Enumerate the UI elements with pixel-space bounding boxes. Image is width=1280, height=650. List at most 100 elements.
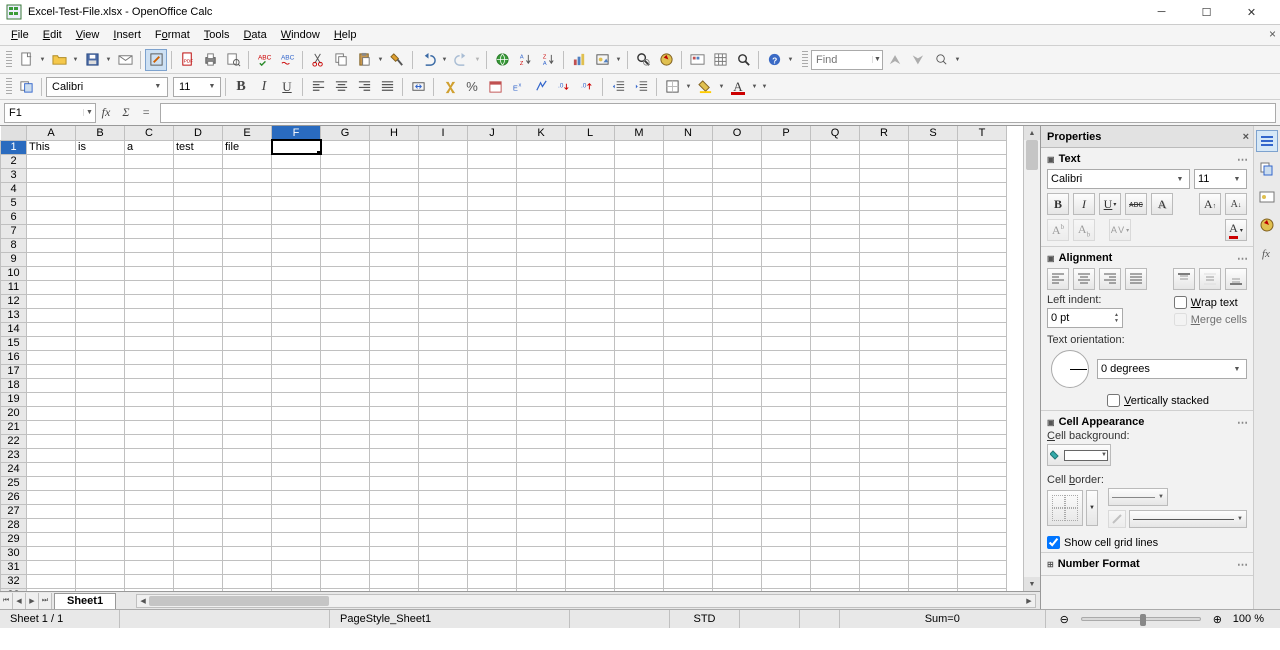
sheet-tab[interactable]: Sheet1 [54,593,116,609]
cell[interactable] [76,196,125,210]
cell[interactable] [76,476,125,490]
cell[interactable] [125,504,174,518]
cell[interactable] [125,154,174,168]
cell[interactable] [174,308,223,322]
cell[interactable] [664,560,713,574]
edit-mode-button[interactable] [145,49,167,71]
cell[interactable] [27,196,76,210]
cell[interactable] [125,518,174,532]
cell[interactable] [27,364,76,378]
menu-view[interactable]: View [69,27,107,43]
cell[interactable] [272,336,321,350]
cell[interactable] [27,406,76,420]
cell[interactable] [762,196,811,210]
cell[interactable] [419,266,468,280]
tab-nav-next[interactable]: ▶ [26,593,39,609]
cell[interactable] [272,462,321,476]
cell[interactable] [76,434,125,448]
tab-nav-prev[interactable]: ◀ [13,593,26,609]
cell[interactable] [517,406,566,420]
cell[interactable] [615,224,664,238]
cell[interactable] [860,252,909,266]
cell[interactable] [517,252,566,266]
cell[interactable] [370,266,419,280]
cell[interactable] [909,392,958,406]
cell[interactable] [27,518,76,532]
cell[interactable] [174,434,223,448]
cell[interactable] [174,364,223,378]
cell[interactable] [517,574,566,588]
cell[interactable] [713,350,762,364]
cell[interactable] [860,392,909,406]
cell[interactable] [811,364,860,378]
cell[interactable] [468,140,517,154]
cell[interactable] [174,196,223,210]
cell[interactable] [762,294,811,308]
cell[interactable] [713,168,762,182]
cell[interactable] [566,448,615,462]
row-header[interactable]: 11 [1,280,27,294]
cell[interactable] [566,378,615,392]
cell[interactable] [272,574,321,588]
cell[interactable] [958,182,1007,196]
cell[interactable] [125,448,174,462]
cell[interactable] [517,210,566,224]
cell[interactable] [223,378,272,392]
cell[interactable] [76,574,125,588]
cell[interactable] [517,420,566,434]
cell[interactable] [76,350,125,364]
cell[interactable] [370,504,419,518]
cell[interactable] [615,238,664,252]
cell[interactable] [76,308,125,322]
cell[interactable] [566,294,615,308]
cell[interactable] [272,210,321,224]
cell[interactable] [125,378,174,392]
borders-button[interactable] [661,76,683,98]
cell[interactable] [27,336,76,350]
cell[interactable] [517,560,566,574]
cell[interactable] [125,546,174,560]
cell[interactable] [174,210,223,224]
cell[interactable] [321,532,370,546]
cell[interactable] [321,434,370,448]
cell[interactable] [811,336,860,350]
cell[interactable] [762,308,811,322]
cell[interactable] [419,196,468,210]
cell[interactable] [321,490,370,504]
cell[interactable] [517,392,566,406]
cell[interactable] [272,476,321,490]
cell[interactable] [860,546,909,560]
find-next-button[interactable]: ⮟ [907,49,929,71]
cell[interactable] [958,336,1007,350]
indent-spinner[interactable]: 0 pt▲▼ [1047,308,1123,328]
cell[interactable] [762,448,811,462]
cell[interactable] [566,168,615,182]
cell[interactable] [713,546,762,560]
cell[interactable] [713,182,762,196]
col-header[interactable]: B [76,126,125,140]
cell[interactable] [909,224,958,238]
cell[interactable] [909,308,958,322]
cell[interactable] [713,378,762,392]
cell[interactable] [860,308,909,322]
cell[interactable] [27,350,76,364]
cell[interactable] [762,532,811,546]
cell[interactable] [958,168,1007,182]
cell[interactable] [419,308,468,322]
cell[interactable] [664,574,713,588]
cell[interactable] [909,462,958,476]
cell[interactable] [272,504,321,518]
cell[interactable] [713,574,762,588]
cell[interactable] [272,238,321,252]
cell[interactable] [27,532,76,546]
cell[interactable] [860,420,909,434]
hyperlink-button[interactable] [491,49,513,71]
cell[interactable] [615,140,664,154]
cell[interactable] [615,364,664,378]
cell[interactable] [958,490,1007,504]
cell[interactable] [223,532,272,546]
cell[interactable] [615,266,664,280]
cell[interactable] [27,182,76,196]
cell[interactable] [615,518,664,532]
cell[interactable] [909,140,958,154]
